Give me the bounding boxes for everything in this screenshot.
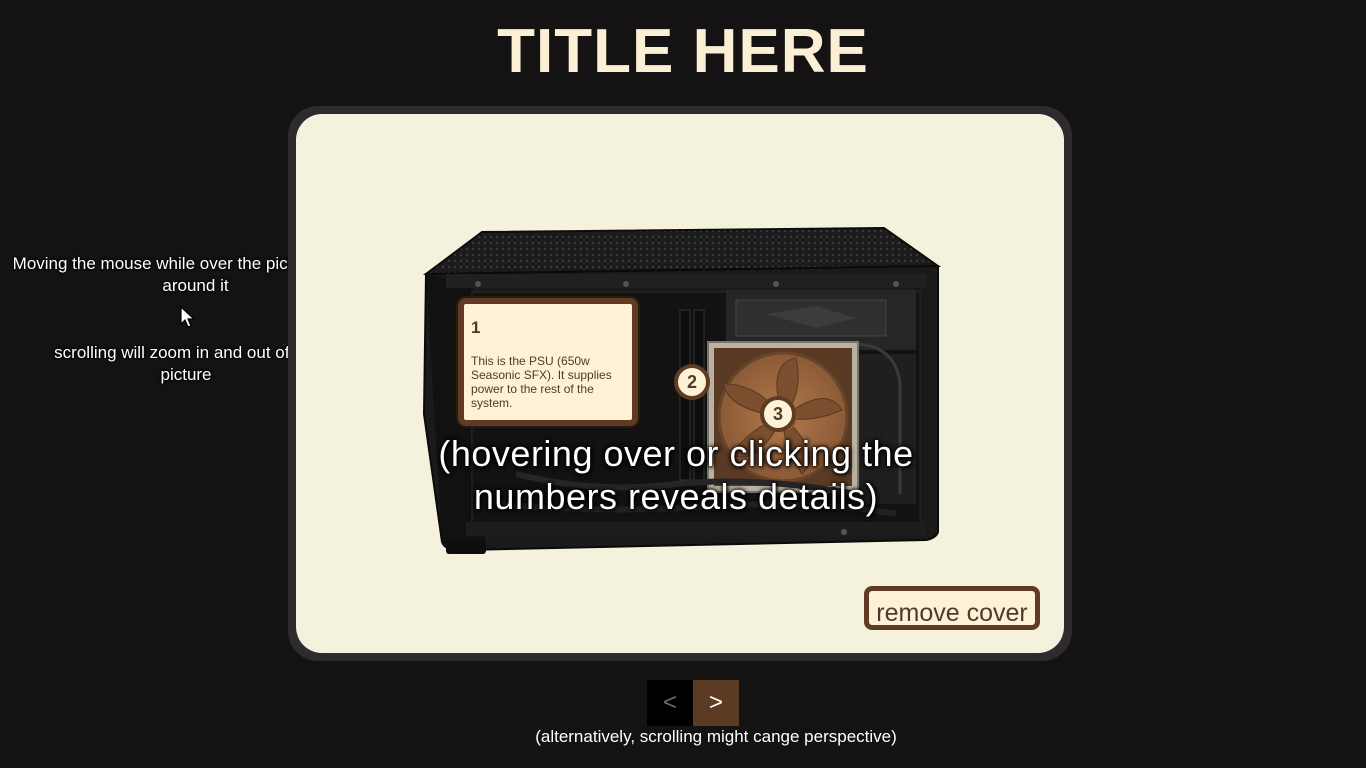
info-card: 1 This is the PSU (650w Seasonic SFX). I…: [458, 298, 638, 426]
hover-instructions: (hovering over or clicking the numbers r…: [438, 433, 914, 517]
info-card-number: 1: [471, 318, 481, 337]
hotspot-marker-2[interactable]: 2: [674, 364, 710, 400]
page: TITLE HERE Moving the mouse while over t…: [0, 0, 1366, 768]
info-card-text: This is the PSU (650w Seasonic SFX). It …: [471, 354, 612, 410]
image-viewer[interactable]: 1 This is the PSU (650w Seasonic SFX). I…: [296, 114, 1064, 653]
hotspot-marker-3[interactable]: 3: [760, 396, 796, 432]
next-button[interactable]: >: [693, 680, 739, 726]
page-title: TITLE HERE: [497, 17, 869, 86]
previous-button[interactable]: <: [647, 680, 693, 726]
remove-cover-button[interactable]: remove cover: [864, 586, 1040, 630]
perspective-hint: (alternatively, scrolling might cange pe…: [535, 727, 897, 746]
mouse-pointer-icon: [180, 306, 196, 328]
